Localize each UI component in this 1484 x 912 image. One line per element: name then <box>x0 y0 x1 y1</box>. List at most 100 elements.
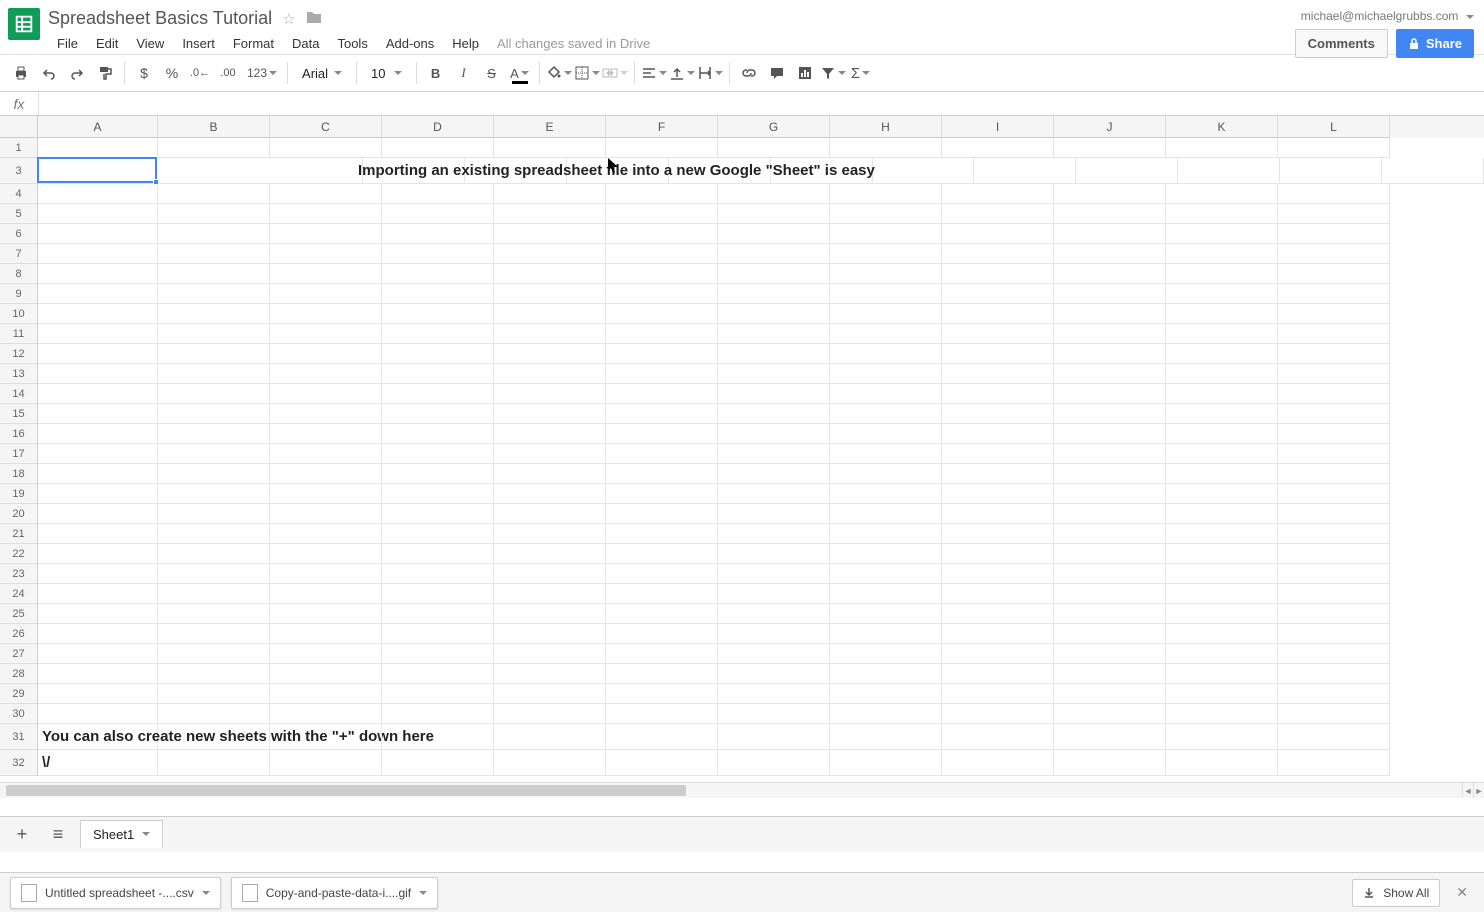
cell-E13[interactable] <box>494 364 606 384</box>
cell-G10[interactable] <box>718 304 830 324</box>
cell-H7[interactable] <box>830 244 942 264</box>
cell-H24[interactable] <box>830 584 942 604</box>
cell-C11[interactable] <box>270 324 382 344</box>
cell-D5[interactable] <box>382 204 494 224</box>
cell-J29[interactable] <box>1054 684 1166 704</box>
cell-J24[interactable] <box>1054 584 1166 604</box>
cell-D23[interactable] <box>382 564 494 584</box>
cell-B31[interactable] <box>158 724 270 750</box>
cell-H14[interactable] <box>830 384 942 404</box>
menu-view[interactable]: View <box>127 33 173 54</box>
cell-K31[interactable] <box>1166 724 1278 750</box>
row-header-31[interactable]: 31 <box>0 724 38 750</box>
cell-F21[interactable] <box>606 524 718 544</box>
cell-G15[interactable] <box>718 404 830 424</box>
cell-B32[interactable] <box>158 750 270 776</box>
redo-icon[interactable] <box>64 60 90 86</box>
cell-G12[interactable] <box>718 344 830 364</box>
cell-F24[interactable] <box>606 584 718 604</box>
row-header-5[interactable]: 5 <box>0 204 38 224</box>
star-icon[interactable]: ☆ <box>282 10 295 28</box>
cell-C31[interactable] <box>270 724 382 750</box>
cell-B13[interactable] <box>158 364 270 384</box>
cell-I3[interactable] <box>1076 158 1178 184</box>
cell-C6[interactable] <box>270 224 382 244</box>
menu-insert[interactable]: Insert <box>173 33 224 54</box>
show-all-downloads-button[interactable]: Show All <box>1352 879 1440 907</box>
cell-L5[interactable] <box>1278 204 1390 224</box>
cell-L11[interactable] <box>1278 324 1390 344</box>
row-header-17[interactable]: 17 <box>0 444 38 464</box>
cell-D21[interactable] <box>382 524 494 544</box>
row-header-18[interactable]: 18 <box>0 464 38 484</box>
cell-K25[interactable] <box>1166 604 1278 624</box>
text-wrap-button[interactable] <box>697 60 723 86</box>
cell-G5[interactable] <box>718 204 830 224</box>
cell-K27[interactable] <box>1166 644 1278 664</box>
cell-I13[interactable] <box>942 364 1054 384</box>
row-header-23[interactable]: 23 <box>0 564 38 584</box>
row-header-30[interactable]: 30 <box>0 704 38 724</box>
cell-G26[interactable] <box>718 624 830 644</box>
cell-E23[interactable] <box>494 564 606 584</box>
cell-I1[interactable] <box>942 138 1054 158</box>
cell-G14[interactable] <box>718 384 830 404</box>
cell-H30[interactable] <box>830 704 942 724</box>
cell-G29[interactable] <box>718 684 830 704</box>
cell-D10[interactable] <box>382 304 494 324</box>
cell-I32[interactable] <box>942 750 1054 776</box>
cell-C24[interactable] <box>270 584 382 604</box>
row-header-28[interactable]: 28 <box>0 664 38 684</box>
cell-I30[interactable] <box>942 704 1054 724</box>
cell-L29[interactable] <box>1278 684 1390 704</box>
cell-C18[interactable] <box>270 464 382 484</box>
cell-K8[interactable] <box>1166 264 1278 284</box>
cell-L1[interactable] <box>1278 138 1390 158</box>
cell-K14[interactable] <box>1166 384 1278 404</box>
cell-J17[interactable] <box>1054 444 1166 464</box>
cell-L30[interactable] <box>1278 704 1390 724</box>
select-all-corner[interactable] <box>0 116 38 138</box>
cell-A24[interactable] <box>38 584 158 604</box>
cell-D24[interactable] <box>382 584 494 604</box>
cell-L32[interactable] <box>1278 750 1390 776</box>
cell-B15[interactable] <box>158 404 270 424</box>
cell-E26[interactable] <box>494 624 606 644</box>
cell-F32[interactable] <box>606 750 718 776</box>
cell-I18[interactable] <box>942 464 1054 484</box>
increase-decimal-icon[interactable]: .00 <box>215 60 241 86</box>
scroll-right-icon[interactable]: ► <box>1473 782 1484 798</box>
cell-L10[interactable] <box>1278 304 1390 324</box>
cell-H18[interactable] <box>830 464 942 484</box>
cell-A26[interactable] <box>38 624 158 644</box>
row-header-10[interactable]: 10 <box>0 304 38 324</box>
account-dropdown-icon[interactable] <box>1466 15 1474 19</box>
cell-H5[interactable] <box>830 204 942 224</box>
cell-C13[interactable] <box>270 364 382 384</box>
cell-J10[interactable] <box>1054 304 1166 324</box>
cell-F16[interactable] <box>606 424 718 444</box>
cell-E20[interactable] <box>494 504 606 524</box>
folder-icon[interactable] <box>306 10 322 28</box>
cell-E14[interactable] <box>494 384 606 404</box>
cell-G31[interactable] <box>718 724 830 750</box>
insert-comment-icon[interactable] <box>764 60 790 86</box>
cell-J6[interactable] <box>1054 224 1166 244</box>
cell-D20[interactable] <box>382 504 494 524</box>
cell-H26[interactable] <box>830 624 942 644</box>
cell-I6[interactable] <box>942 224 1054 244</box>
cell-J25[interactable] <box>1054 604 1166 624</box>
cell-F1[interactable] <box>606 138 718 158</box>
cell-F11[interactable] <box>606 324 718 344</box>
cell-D9[interactable] <box>382 284 494 304</box>
menu-data[interactable]: Data <box>283 33 328 54</box>
cell-F29[interactable] <box>606 684 718 704</box>
cell-L7[interactable] <box>1278 244 1390 264</box>
cell-H16[interactable] <box>830 424 942 444</box>
cell-F19[interactable] <box>606 484 718 504</box>
cell-J21[interactable] <box>1054 524 1166 544</box>
cell-K29[interactable] <box>1166 684 1278 704</box>
cell-J1[interactable] <box>1054 138 1166 158</box>
cell-C29[interactable] <box>270 684 382 704</box>
row-header-7[interactable]: 7 <box>0 244 38 264</box>
